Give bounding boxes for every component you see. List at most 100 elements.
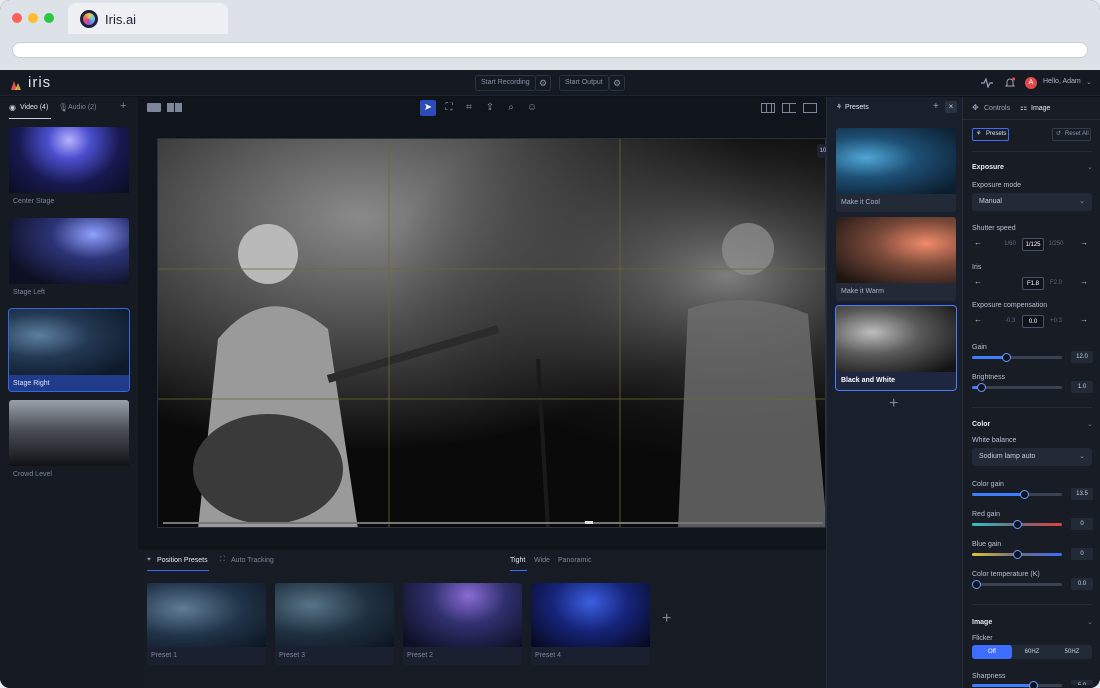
shot-tight[interactable]: Tight	[510, 557, 525, 564]
preset-card[interactable]: Preset 1	[147, 583, 266, 665]
preset-item[interactable]: Make it Cool	[836, 128, 956, 212]
preset-card[interactable]: Preset 2	[403, 583, 522, 665]
sharpness-slider[interactable]	[972, 681, 1062, 688]
add-preset-plus-icon[interactable]: +	[933, 101, 939, 112]
tab-image[interactable]: Image	[1031, 105, 1050, 112]
source-item[interactable]: Crowd Level	[9, 400, 129, 482]
upload-icon[interactable]: ⇪	[482, 100, 498, 116]
zoom-icon[interactable]: ⌕	[503, 100, 519, 116]
tab-position-presets[interactable]: Position Presets	[157, 557, 208, 564]
arrow-right-icon[interactable]: →	[1078, 315, 1090, 324]
add-preset-plus-icon[interactable]: +	[889, 395, 898, 413]
tab-audio[interactable]: Audio (2)	[68, 104, 96, 111]
preset-card[interactable]: Preset 4	[531, 583, 650, 665]
close-window-dot[interactable]	[12, 13, 22, 23]
white-balance-select[interactable]: Sodium lamp auto ⌄	[972, 448, 1092, 466]
flicker-option-off[interactable]: Off	[972, 645, 1012, 659]
tab-auto-tracking[interactable]: Auto Tracking	[231, 557, 274, 564]
blue-gain-value[interactable]: 0	[1071, 548, 1093, 560]
layout-full-icon[interactable]	[803, 103, 817, 113]
shot-wide[interactable]: Wide	[534, 557, 550, 564]
crop-icon[interactable]: ⌗	[461, 100, 477, 116]
user-greeting[interactable]: Hello, Adam	[1043, 78, 1081, 85]
source-item[interactable]: Stage Left	[9, 218, 129, 300]
user-avatar[interactable]: A	[1025, 77, 1037, 89]
focus-frame-icon[interactable]: ⛶	[441, 100, 457, 116]
exposure-section-title[interactable]: Exposure	[972, 164, 1004, 171]
activity-icon[interactable]	[981, 78, 993, 88]
white-balance-label: White balance	[972, 437, 1017, 444]
tab-controls[interactable]: Controls	[984, 105, 1010, 112]
color-gain-slider[interactable]	[972, 490, 1062, 499]
tab-video[interactable]: Video (4)	[20, 104, 48, 111]
exposure-mode-select[interactable]: Manual ⌄	[972, 193, 1092, 211]
blue-gain-slider[interactable]	[972, 550, 1062, 559]
image-chevron-down-icon[interactable]: ⌄	[1087, 618, 1093, 626]
flicker-segmented-control: Off 60HZ 50HZ	[972, 645, 1092, 659]
color-temperature-slider-handle[interactable]	[972, 580, 981, 589]
output-settings-gear-icon[interactable]: ⚙	[609, 75, 625, 91]
brightness-value[interactable]: 1.0	[1071, 381, 1093, 393]
color-gain-slider-handle[interactable]	[1019, 490, 1029, 499]
preset-item[interactable]: Make it Warm	[836, 217, 956, 301]
start-recording-button[interactable]: Start Recording	[475, 75, 536, 91]
address-bar[interactable]	[12, 42, 1088, 58]
maximize-window-dot[interactable]	[44, 13, 54, 23]
browser-tab[interactable]: Iris.ai	[68, 3, 228, 34]
arrow-left-icon[interactable]: ←	[972, 238, 984, 247]
face-tracking-icon[interactable]: ☺	[524, 100, 540, 116]
recording-settings-gear-icon[interactable]: ⚙	[535, 75, 551, 91]
flicker-option-60hz[interactable]: 60HZ	[1012, 645, 1052, 659]
user-menu-chevron-down-icon[interactable]: ⌄	[1086, 78, 1092, 86]
preset-item-selected[interactable]: Black and White	[835, 305, 957, 391]
flicker-option-50hz[interactable]: 50HZ	[1052, 645, 1092, 659]
brightness-slider[interactable]	[972, 383, 1062, 392]
grid-view-icon[interactable]	[167, 103, 182, 112]
select-pointer-icon[interactable]: ➤	[420, 100, 436, 116]
controls-move-icon: ✥	[972, 103, 979, 112]
red-gain-value[interactable]: 0	[1071, 518, 1093, 530]
exposure-compensation-stepper[interactable]: ← -0.3 0.0 +0.3 →	[972, 313, 1092, 329]
layout-grid-icon[interactable]	[761, 103, 775, 113]
sharpness-value[interactable]: 5.0	[1071, 680, 1093, 685]
gain-value[interactable]: 12.0	[1071, 351, 1093, 363]
arrow-right-icon[interactable]: →	[1078, 277, 1090, 286]
source-item-selected[interactable]: Stage Right	[8, 308, 130, 392]
arrow-left-icon[interactable]: ←	[972, 315, 984, 324]
arrow-left-icon[interactable]: ←	[972, 277, 984, 286]
iris-stepper[interactable]: ← F1.8 F2.0 →	[972, 275, 1092, 291]
exposure-chevron-down-icon[interactable]: ⌄	[1087, 163, 1093, 171]
add-source-plus-icon[interactable]: +	[120, 100, 126, 112]
color-section-title[interactable]: Color	[972, 421, 990, 428]
layout-split-icon[interactable]	[782, 103, 796, 113]
brightness-slider-handle[interactable]	[976, 383, 986, 392]
live-preview[interactable]	[157, 138, 826, 528]
close-presets-icon[interactable]: ×	[945, 101, 957, 113]
presets-title: Presets	[845, 104, 869, 111]
sharpness-slider-handle[interactable]	[1028, 681, 1038, 688]
minimize-window-dot[interactable]	[28, 13, 38, 23]
color-temperature-value[interactable]: 0.0	[1071, 578, 1093, 590]
color-gain-value[interactable]: 13.5	[1071, 488, 1093, 500]
image-section-title[interactable]: Image	[972, 619, 992, 626]
gain-slider[interactable]	[972, 353, 1062, 362]
color-temperature-slider[interactable]	[972, 580, 1062, 589]
arrow-right-icon[interactable]: →	[1078, 238, 1090, 247]
red-gain-slider-handle[interactable]	[1012, 520, 1022, 529]
shot-panoramic[interactable]: Panoramic	[558, 557, 591, 564]
red-gain-slider[interactable]	[972, 520, 1062, 529]
preset-card[interactable]: Preset 3	[275, 583, 394, 665]
source-item[interactable]: Center Stage	[9, 127, 129, 209]
notification-bell-icon[interactable]	[1005, 77, 1015, 89]
source-label: Center Stage	[13, 198, 55, 205]
add-preset-plus-icon[interactable]: +	[662, 610, 671, 628]
gain-slider-handle[interactable]	[1001, 353, 1011, 362]
blue-gain-slider-handle[interactable]	[1012, 550, 1022, 559]
reset-button-label: Reset All	[1065, 131, 1089, 137]
start-output-button[interactable]: Start Output	[559, 75, 609, 91]
shutter-prev-value: 1/60	[1004, 241, 1016, 247]
color-chevron-down-icon[interactable]: ⌄	[1087, 420, 1093, 428]
single-view-icon[interactable]	[147, 103, 161, 112]
shutter-speed-stepper[interactable]: ← 1/60 1/125 1/250 →	[972, 236, 1092, 252]
preset-thumbnail	[147, 583, 266, 647]
